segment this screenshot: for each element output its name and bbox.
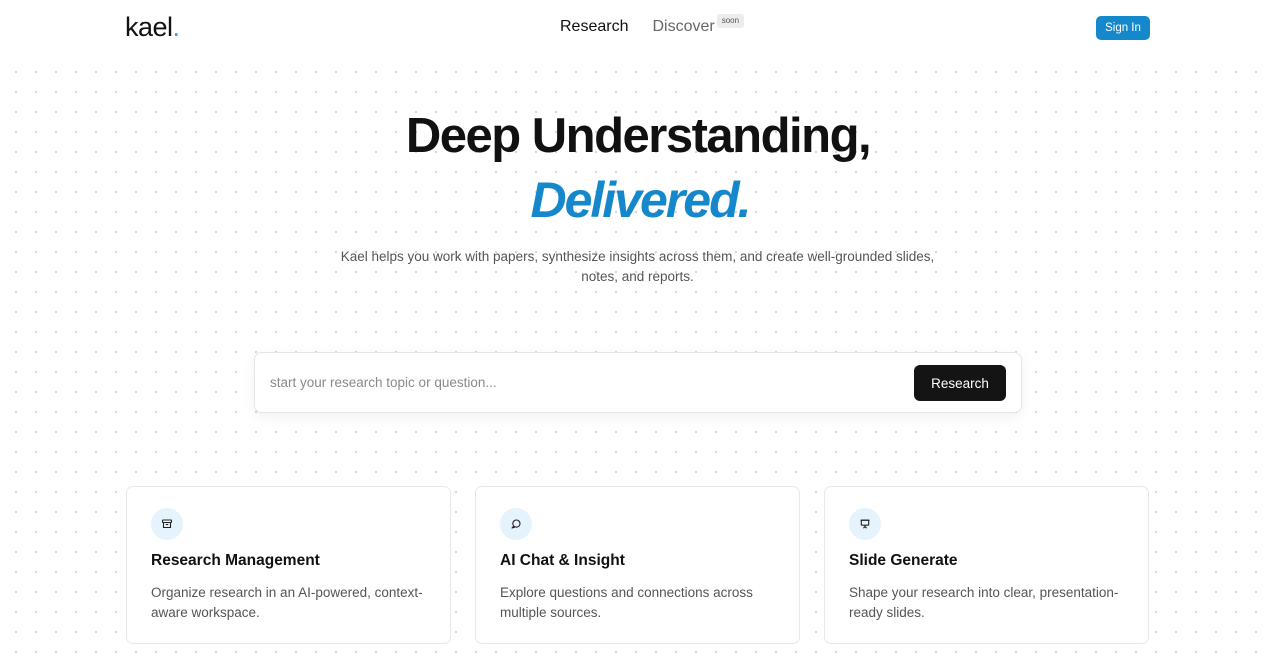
nav-discover[interactable]: Discover xyxy=(652,18,714,36)
feature-card-research-management[interactable]: Research Management Organize research in… xyxy=(126,486,451,644)
feature-card-slide-generate[interactable]: Slide Generate Shape your research into … xyxy=(824,486,1149,644)
presentation-icon xyxy=(849,508,881,540)
logo-text: kael xyxy=(125,12,173,42)
logo[interactable]: kael. xyxy=(125,12,180,43)
archive-icon xyxy=(151,508,183,540)
card-description: Explore questions and connections across… xyxy=(500,585,753,620)
card-title: Slide Generate xyxy=(849,552,958,569)
soon-badge: soon xyxy=(716,14,745,28)
hero-title: Deep Understanding, xyxy=(405,109,872,163)
hero-accent: Delivered. xyxy=(530,172,751,228)
nav-research[interactable]: Research xyxy=(560,18,628,36)
card-title: AI Chat & Insight xyxy=(500,552,625,569)
page: kael. Research Discover soon Sign In Dee… xyxy=(0,0,1270,654)
chat-bubble-icon xyxy=(500,508,532,540)
sign-in-button[interactable]: Sign In xyxy=(1096,16,1150,40)
top-header: kael. Research Discover soon Sign In xyxy=(0,0,1270,58)
main-nav: Research Discover soon xyxy=(560,14,745,36)
logo-dot: . xyxy=(172,12,181,42)
card-title: Research Management xyxy=(151,552,320,569)
hero-subtitle: Kael helps you work with papers, synthes… xyxy=(340,249,935,284)
card-description: Organize research in an AI-powered, cont… xyxy=(151,585,423,620)
card-description: Shape your research into clear, presenta… xyxy=(849,585,1119,620)
research-input[interactable] xyxy=(270,371,890,393)
research-button[interactable]: Research xyxy=(914,365,1006,401)
search-box: Research xyxy=(254,352,1022,413)
feature-card-ai-chat[interactable]: AI Chat & Insight Explore questions and … xyxy=(475,486,800,644)
